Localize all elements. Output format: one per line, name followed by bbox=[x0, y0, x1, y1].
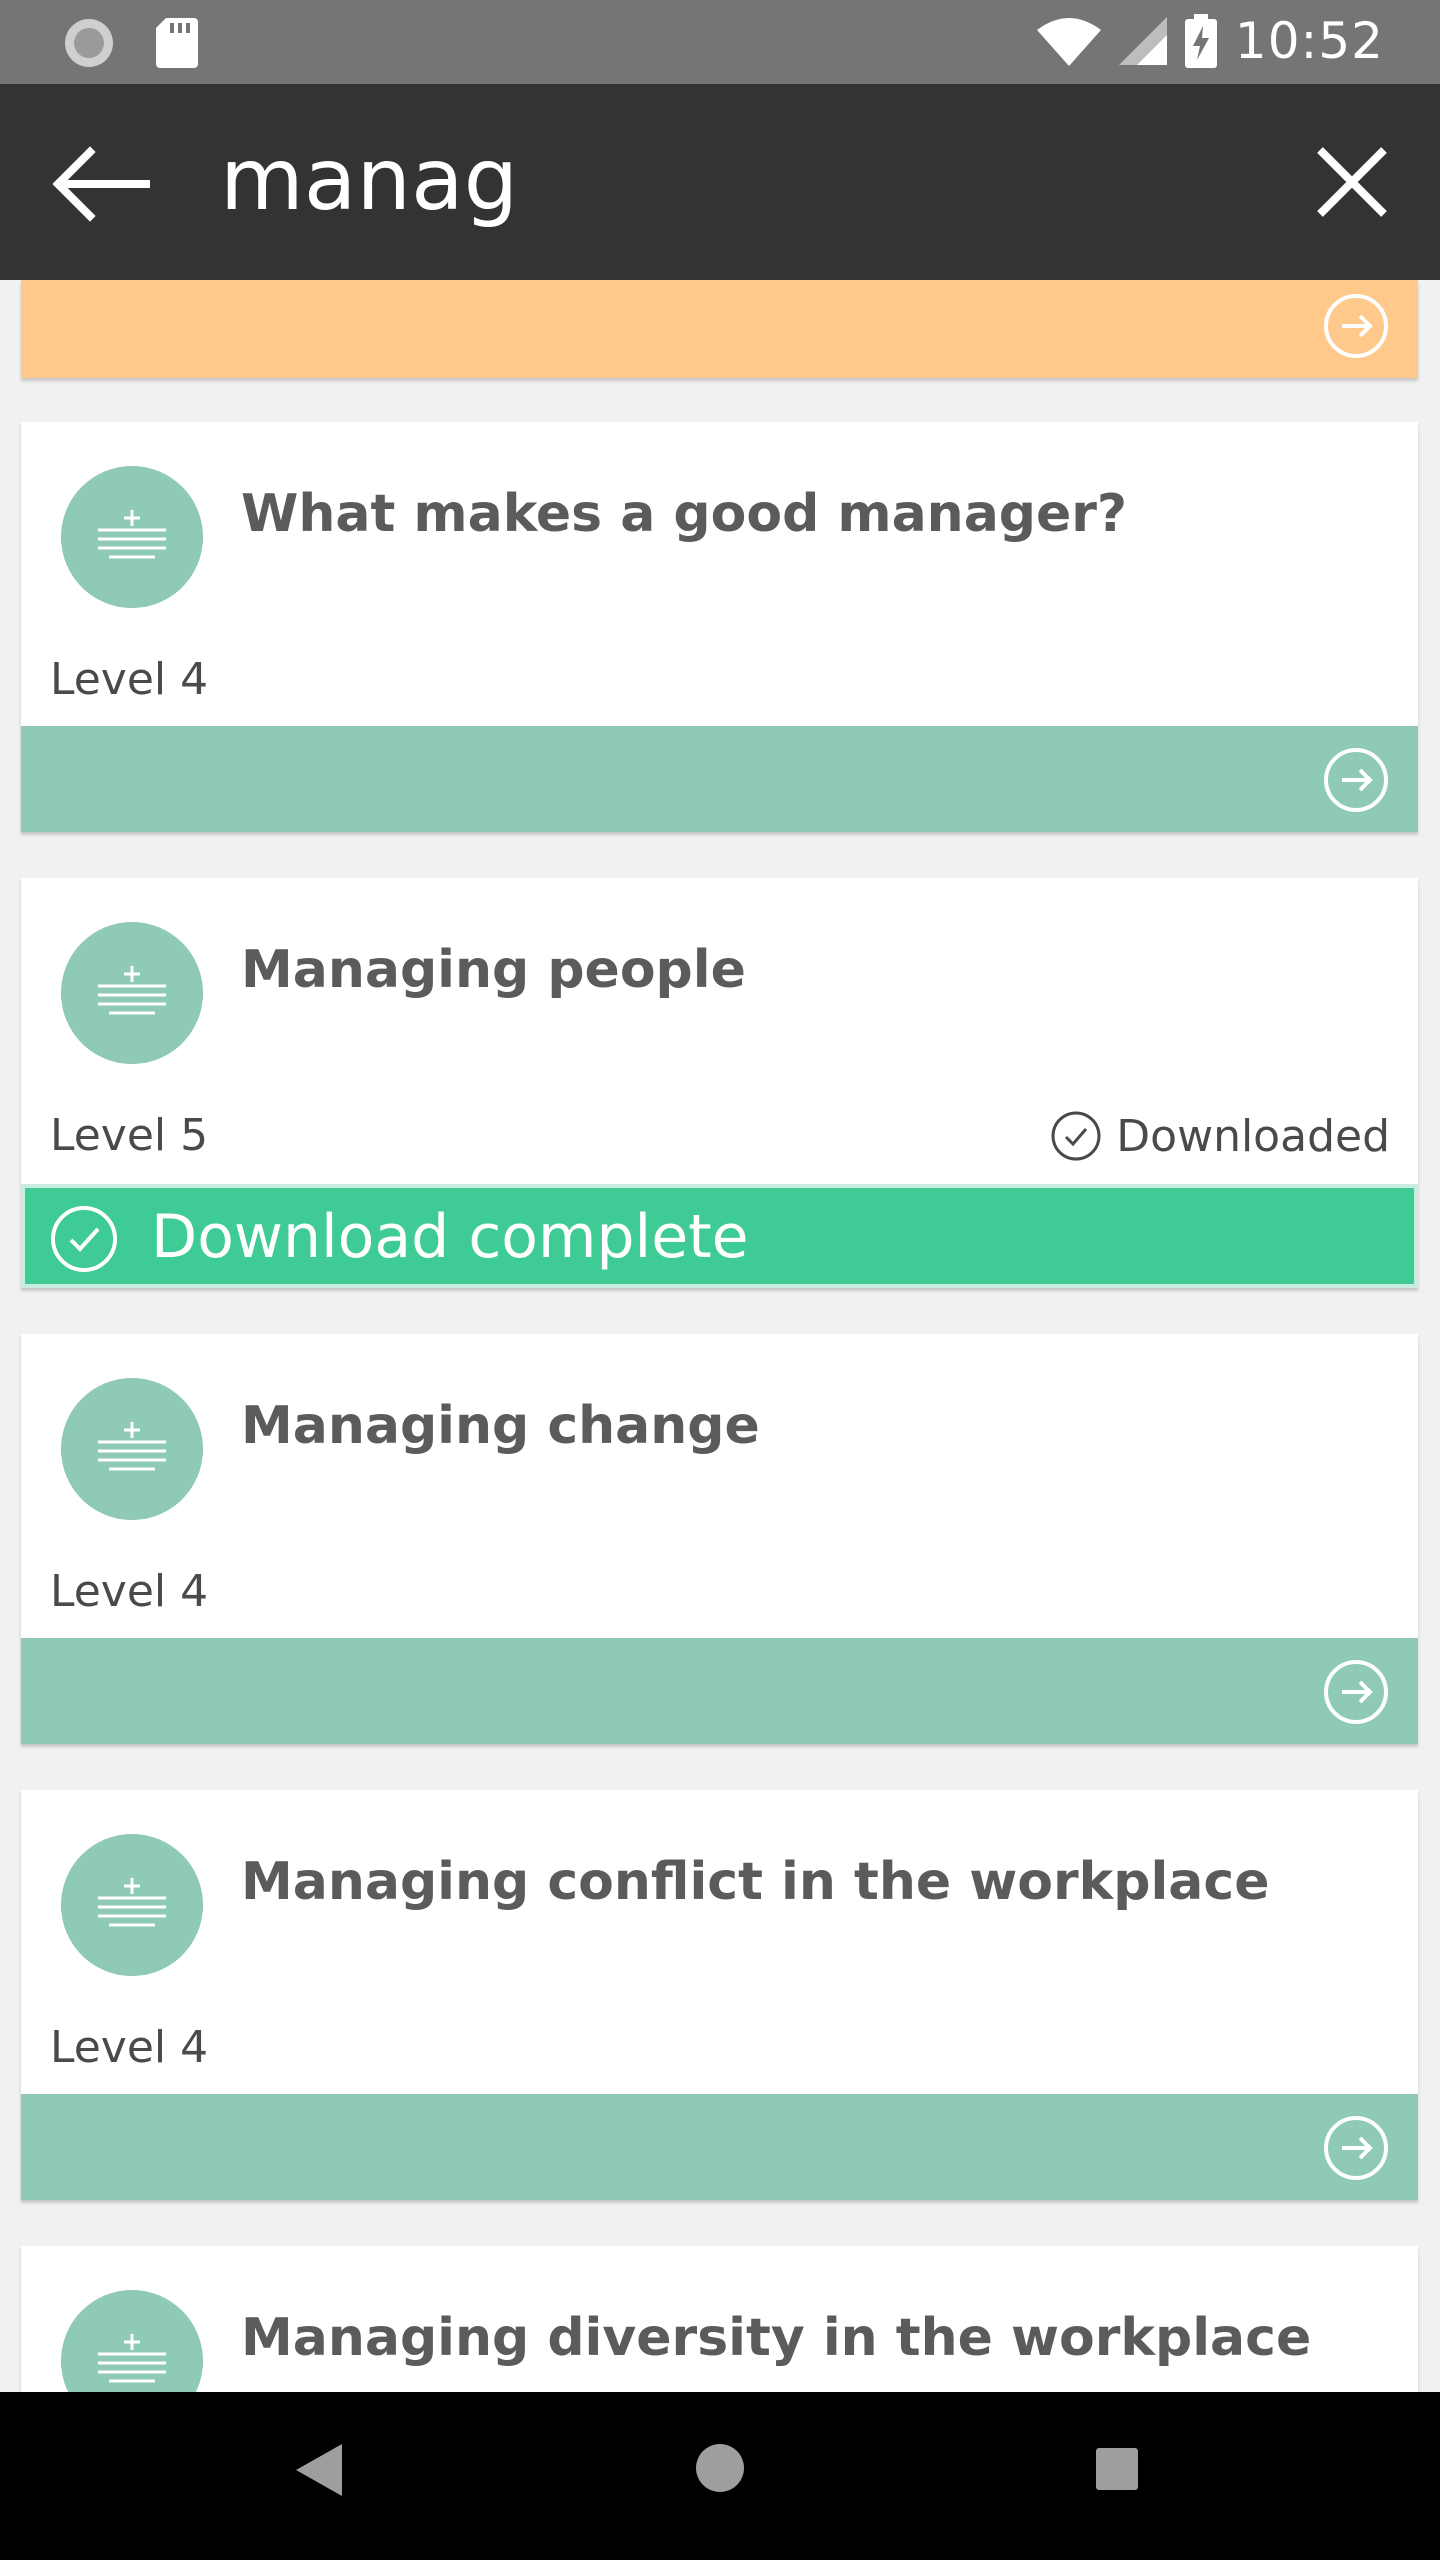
nav-home-icon[interactable] bbox=[696, 2444, 744, 2492]
results-list[interactable]: What makes a good manager? Level 4 Manag… bbox=[0, 280, 1440, 2392]
result-level: Level 4 bbox=[50, 1566, 209, 1617]
signal-icon bbox=[1118, 17, 1167, 65]
nav-recents-icon[interactable] bbox=[1096, 2448, 1138, 2490]
clock: 10:52 bbox=[1234, 12, 1384, 70]
arrow-circle-icon[interactable] bbox=[1322, 292, 1390, 360]
result-card[interactable]: Managing diversity in the workplace bbox=[21, 2246, 1418, 2392]
arrow-circle-icon[interactable] bbox=[1322, 746, 1390, 814]
result-title: Managing change bbox=[241, 1396, 760, 1456]
result-card[interactable]: Managing people Level 5 Downloaded Downl… bbox=[21, 878, 1418, 1288]
result-level: Level 4 bbox=[50, 2022, 209, 2073]
system-nav-bar bbox=[0, 2392, 1440, 2560]
result-level: Level 4 bbox=[50, 654, 209, 705]
check-circle-icon bbox=[1051, 1111, 1101, 1161]
result-card[interactable]: What makes a good manager? Level 4 bbox=[21, 422, 1418, 832]
result-card[interactable]: Managing conflict in the workplace Level… bbox=[21, 1790, 1418, 2200]
search-query-text[interactable]: manag bbox=[220, 130, 518, 230]
battery-charging-icon bbox=[1184, 14, 1217, 68]
card-footer[interactable] bbox=[21, 2094, 1418, 2200]
check-circle-icon bbox=[51, 1206, 117, 1272]
result-title: Managing diversity in the workplace bbox=[241, 2308, 1312, 2368]
download-complete-banner: Download complete bbox=[21, 1184, 1418, 1288]
nav-back-icon[interactable] bbox=[296, 2444, 342, 2496]
status-bar: 10:52 bbox=[0, 0, 1440, 84]
document-icon bbox=[61, 922, 203, 1064]
card-footer[interactable] bbox=[21, 726, 1418, 832]
sync-icon bbox=[65, 19, 113, 67]
arrow-circle-icon[interactable] bbox=[1322, 2114, 1390, 2182]
downloaded-label: Downloaded bbox=[1116, 1110, 1390, 1162]
result-title: What makes a good manager? bbox=[241, 484, 1128, 544]
result-title: Managing conflict in the workplace bbox=[241, 1852, 1270, 1912]
previous-card-footer[interactable] bbox=[21, 280, 1418, 378]
result-card[interactable]: Managing change Level 4 bbox=[21, 1334, 1418, 1744]
back-arrow-icon[interactable] bbox=[50, 144, 150, 224]
card-footer[interactable] bbox=[21, 1638, 1418, 1744]
wifi-icon bbox=[1036, 18, 1101, 66]
downloaded-status: Downloaded bbox=[1050, 1110, 1390, 1162]
sd-card-icon bbox=[156, 18, 198, 68]
result-level: Level 5 bbox=[50, 1110, 209, 1161]
download-complete-text: Download complete bbox=[151, 1202, 749, 1272]
document-icon bbox=[61, 466, 203, 608]
close-icon[interactable] bbox=[1312, 142, 1392, 222]
document-icon bbox=[61, 1378, 203, 1520]
result-title: Managing people bbox=[241, 940, 746, 1000]
arrow-circle-icon[interactable] bbox=[1322, 1658, 1390, 1726]
document-icon bbox=[61, 1834, 203, 1976]
search-app-bar: manag bbox=[0, 84, 1440, 280]
document-icon bbox=[61, 2290, 203, 2392]
